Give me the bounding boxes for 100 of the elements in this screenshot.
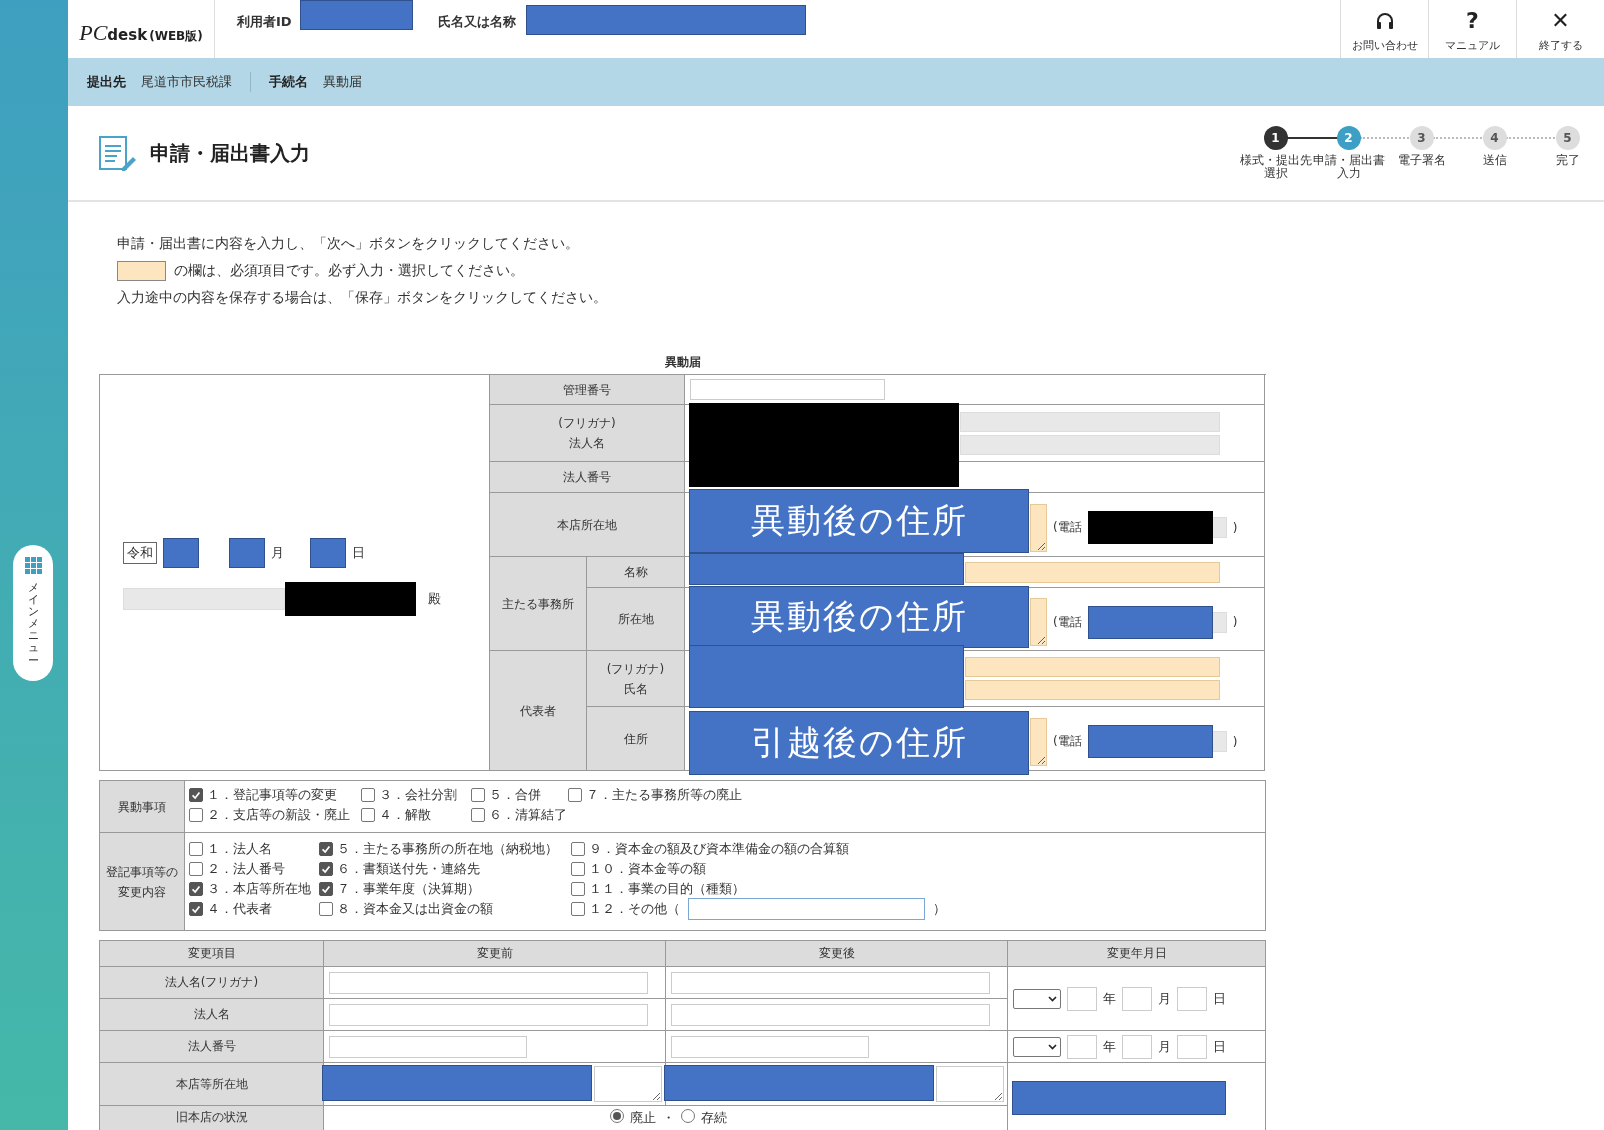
phone-label: (電話 — [1053, 613, 1082, 631]
checkbox[interactable] — [189, 842, 203, 856]
checkbox-label: ５．主たる事務所の所在地（納税地） — [337, 840, 558, 858]
checkbox[interactable] — [361, 808, 375, 822]
user-id-label: 利用者ID — [237, 13, 292, 31]
input-field[interactable] — [329, 1035, 527, 1058]
honorific-label: 殿 — [428, 590, 441, 608]
checkbox[interactable] — [571, 882, 585, 896]
input-field[interactable] — [690, 379, 885, 400]
input-field[interactable] — [1122, 1034, 1152, 1059]
input-field[interactable] — [1067, 1034, 1097, 1059]
checkbox[interactable] — [189, 862, 203, 876]
step-number: 2 — [1336, 126, 1361, 150]
caret-icon — [1048, 1043, 1057, 1050]
phone-label: (電話 — [1053, 519, 1082, 536]
input-field[interactable] — [965, 657, 1220, 677]
input-field[interactable] — [671, 1003, 990, 1026]
address-field[interactable] — [594, 1066, 662, 1102]
annotation-label: 異動後の住所 — [689, 586, 1029, 648]
checkbox[interactable] — [189, 902, 203, 916]
input-field[interactable] — [671, 971, 990, 994]
field-label: 代表者 — [490, 651, 587, 771]
checkbox-label: ２．支店等の新設・廃止 — [207, 806, 350, 824]
radio-button[interactable] — [609, 1109, 624, 1123]
column-header: 変更後 — [666, 941, 1007, 966]
instruction-text: 申請・届出書に内容を入力し、「次へ」ボタンをクリックしてください。 — [117, 234, 579, 253]
input-field[interactable] — [671, 1035, 869, 1058]
checkbox[interactable] — [571, 862, 585, 876]
input-field[interactable] — [329, 971, 648, 994]
date-unit-label: 年 — [1103, 1037, 1116, 1056]
row-label: 法人番号 — [100, 1031, 323, 1062]
column-header: 変更項目 — [100, 941, 323, 966]
checkbox[interactable] — [471, 808, 485, 822]
radio-button[interactable] — [680, 1109, 695, 1123]
input-field[interactable] — [1177, 1034, 1207, 1059]
field-label: (フリガナ) 法人名 — [490, 405, 685, 462]
era-select[interactable]: 令和 — [123, 542, 157, 564]
checkbox-label: １．登記事項等の変更 — [207, 786, 337, 804]
redaction-block — [310, 538, 346, 568]
address-field[interactable] — [1030, 598, 1047, 646]
input-field[interactable] — [965, 561, 1220, 583]
phone-close-label: ) — [1232, 734, 1238, 749]
field-label: 法人番号 — [490, 462, 685, 493]
field-label: 住所 — [587, 707, 685, 771]
step-label: 電子署名 — [1396, 154, 1447, 167]
addressee-field[interactable] — [123, 588, 285, 610]
annotation-label: 引越後の住所 — [689, 711, 1029, 775]
checkbox-label: ９．資本金の額及び資本準備金の額の合算額 — [589, 840, 849, 858]
annotation-label: 異動後の住所 — [689, 489, 1029, 553]
input-field[interactable] — [1177, 986, 1207, 1011]
checkbox[interactable] — [189, 808, 203, 822]
checkbox-label: ２．法人番号 — [207, 860, 285, 878]
redaction-block — [229, 538, 265, 568]
phone-close-label: ) — [1232, 520, 1238, 535]
info-value: 尾道市市民税課 — [141, 73, 232, 91]
input-field[interactable] — [329, 1003, 648, 1026]
section-label: 異動事項 — [117, 798, 167, 816]
checkbox[interactable] — [361, 788, 375, 802]
checkbox[interactable] — [319, 842, 333, 856]
checkbox[interactable] — [568, 788, 582, 802]
caret-icon — [1048, 995, 1057, 1002]
instruction-text: の欄は、必須項目です。必ず入力・選択してください。 — [174, 261, 524, 280]
checkbox[interactable] — [471, 788, 485, 802]
date-unit-label: 月 — [1158, 989, 1171, 1008]
instruction-text: 入力途中の内容を保存する場合は、「保存」ボタンをクリックしてください。 — [117, 288, 607, 307]
checkbox[interactable] — [571, 842, 585, 856]
column-header: 変更年月日 — [1008, 941, 1265, 966]
phone-close-label: ) — [1232, 615, 1238, 629]
address-field[interactable] — [1030, 717, 1047, 766]
field-label: (フリガナ) 氏名 — [587, 651, 685, 707]
dropdown[interactable] — [1013, 1036, 1061, 1057]
date-unit-label: 月 — [1158, 1037, 1171, 1056]
address-field[interactable] — [1030, 503, 1047, 552]
checkbox[interactable] — [571, 902, 585, 916]
page-title: 申請・届出書入力 — [150, 139, 310, 167]
field-label: 本店所在地 — [490, 493, 685, 557]
phone-label: (電話 — [1053, 733, 1082, 750]
input-field[interactable] — [688, 898, 925, 920]
checkbox-label: ７．主たる事務所等の廃止 — [586, 786, 742, 804]
dropdown[interactable] — [1013, 988, 1061, 1009]
headset-icon — [1374, 11, 1395, 31]
checkbox[interactable] — [189, 788, 203, 802]
step-number: 1 — [1263, 126, 1288, 150]
checkbox[interactable] — [319, 902, 333, 916]
field-label: 所在地 — [587, 588, 685, 651]
section-label: 登記事項等の変更内容 — [105, 863, 179, 901]
input-field[interactable] — [1067, 986, 1097, 1011]
required-color-swatch — [117, 260, 166, 281]
main-menu-button[interactable]: メインメニュー — [13, 545, 53, 681]
checkbox[interactable] — [189, 882, 203, 896]
address-field[interactable] — [936, 1066, 1004, 1102]
info-label: 提出先 — [87, 73, 126, 91]
row-label: 旧本店の状況 — [100, 1106, 323, 1130]
checkbox[interactable] — [319, 882, 333, 896]
column-header: 変更前 — [324, 941, 665, 966]
checkbox-label: １１．事業の目的（種類） — [589, 880, 745, 898]
input-field[interactable] — [965, 680, 1220, 700]
input-field[interactable] — [1122, 986, 1152, 1011]
name-label: 氏名又は名称 — [437, 13, 516, 31]
checkbox[interactable] — [319, 862, 333, 876]
